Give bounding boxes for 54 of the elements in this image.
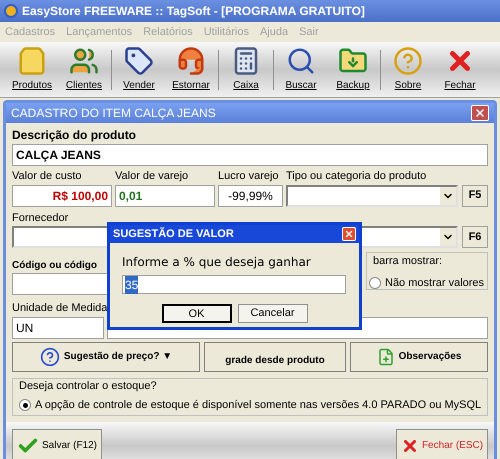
prompt-text: Informe a % que deseja ganhar — [122, 254, 312, 271]
dropdown-field[interactable] — [286, 184, 458, 206]
percentage-field[interactable]: 35 — [122, 275, 346, 294]
close-button[interactable] — [471, 105, 489, 121]
toolbar-button[interactable]: Caixa — [220, 46, 272, 93]
unit-field[interactable]: UN — [12, 316, 104, 338]
field-label: Lucro varejo — [218, 169, 280, 184]
form-title: CADASTRO DO ITEM CALÇA JEANS — [11, 105, 216, 122]
price-suggestion-button[interactable]: Sugestão de preço? ▼ — [12, 342, 200, 372]
toolbar-button[interactable]: Clientes — [58, 46, 110, 93]
save-button[interactable]: Salvar (F12) — [12, 428, 102, 459]
description-field[interactable]: CALÇA JEANS — [12, 144, 488, 166]
retail-price-field[interactable]: 0,01 — [115, 184, 215, 206]
profit-field: -99,99% — [218, 184, 283, 206]
toolbar-button[interactable]: Fechar — [434, 46, 486, 93]
field-label: Fornecedor — [12, 210, 70, 226]
toolbar-button[interactable]: Estornar — [165, 46, 217, 93]
field-label: Valor de custo — [12, 169, 83, 184]
dialog-title: SUGESTÃO DE VALOR — [113, 226, 234, 242]
toolbar-button[interactable]: Backup — [327, 46, 379, 93]
shortcut-button[interactable]: F5 — [462, 184, 488, 206]
toolbar-button[interactable]: Sobre — [382, 46, 434, 93]
help-icon — [393, 46, 423, 76]
field-label: Código ou código — [12, 259, 97, 273]
group-label: Deseja controlar o estoque? — [19, 378, 158, 394]
toolbar-button[interactable]: Buscar — [275, 46, 327, 93]
headset-icon — [176, 46, 206, 76]
app-logo-icon — [4, 4, 18, 18]
close-icon — [344, 229, 354, 239]
toolbar-button[interactable]: Produtos — [6, 46, 58, 93]
field-label: Tipo ou categoria do produto — [286, 169, 428, 184]
close-button[interactable] — [342, 227, 356, 241]
radio-button[interactable] — [369, 276, 381, 289]
product-grid-button[interactable]: grade desde produto — [204, 342, 346, 372]
field-label: Unidade de Medida — [12, 301, 108, 316]
help-icon — [40, 346, 60, 366]
close-icon — [474, 107, 486, 119]
price-tag-icon — [124, 46, 154, 76]
field-label: Descrição do produto — [12, 127, 138, 144]
radio-label: Não mostrar valores — [385, 276, 484, 290]
search-icon — [286, 46, 316, 76]
close-form-button[interactable]: Fechar (ESC) — [396, 428, 488, 459]
cost-field[interactable]: R$ 100,00 — [12, 184, 112, 206]
window-title: EasyStore FREEWARE :: TagSoft - [PROGRAMA GRATUITO] — [22, 3, 365, 20]
radio-button[interactable] — [19, 399, 31, 412]
radio-label: A opção de controle de estoque é disponível somente nas versões 4.0 PARADO ou MySQL — [35, 398, 482, 413]
people-icon — [69, 46, 99, 76]
toolbar-button[interactable]: Vender — [113, 46, 165, 93]
add-note-icon — [376, 348, 395, 366]
shortcut-button[interactable]: F6 — [462, 226, 488, 248]
dialog-button[interactable]: Cancelar — [238, 304, 308, 323]
notes-button[interactable]: Observações — [350, 342, 488, 372]
dialog-button[interactable]: OK — [162, 304, 232, 323]
field-label: Valor de varejo — [115, 169, 190, 184]
